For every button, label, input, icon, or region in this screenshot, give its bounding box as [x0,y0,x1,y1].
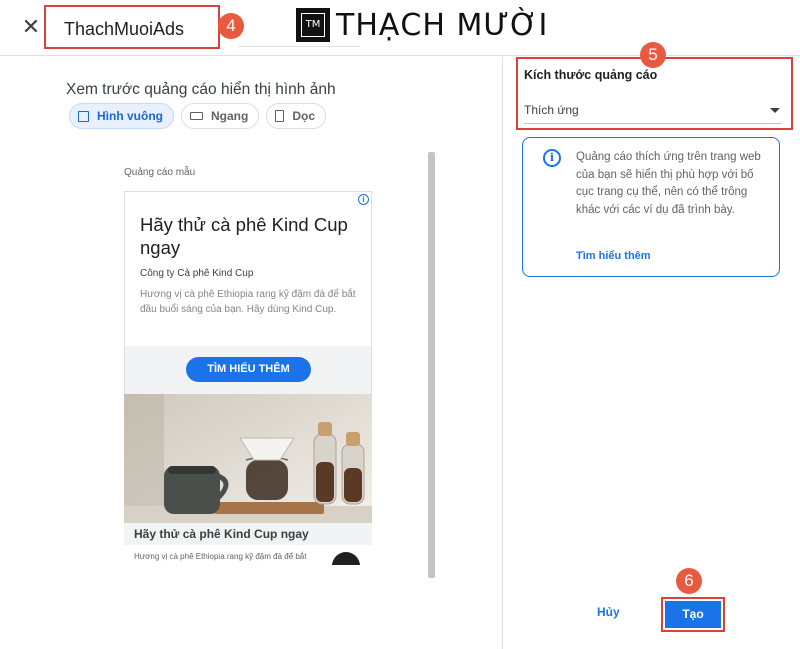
close-icon[interactable]: ✕ [16,12,46,42]
preview-title: Xem trước quảng cáo hiển thị hình ảnh [66,81,336,98]
ad-image-description: Hương vị cà phê Ethiopia rang kỹ đậm đà … [134,552,307,561]
ad-info-icon[interactable]: i [358,194,369,205]
sample-ad-label: Quảng cáo mẫu [124,167,196,178]
chip-label: Hình vuông [97,109,163,123]
logo-text: THẠCH MƯỜI [336,7,549,43]
step-badge-4: 4 [218,13,244,39]
chip-square[interactable]: Hình vuông [69,103,174,129]
ad-image-headline: Hãy thử cà phê Kind Cup ngay [124,523,372,545]
create-button[interactable]: Tạo [665,601,721,628]
ad-size-value: Thích ứng [524,103,579,117]
ad-description: Hương vị cà phê Ethiopia rang kỹ đậm đà … [140,289,356,315]
chip-horizontal[interactable]: Ngang [181,103,260,129]
step-badge-5: 5 [640,42,666,68]
ad-company: Công ty Cà phê Kind Cup [140,268,254,279]
square-icon [78,110,89,122]
sample-ad-square: i Hãy thử cà phê Kind Cup ngay Công ty C… [124,191,372,398]
top-bar: ✕ 4 TM THẠCH MƯỜI [0,0,800,56]
ad-image-action-icon[interactable] [332,552,360,565]
ad-name-input[interactable] [64,19,214,40]
settings-panel: Kích thước quảng cáo Thích ứng i Quảng c… [503,57,800,649]
chip-vertical[interactable]: Dọc [266,103,327,129]
coffee-illustration [124,394,372,523]
create-button-highlight: Tạo [661,597,725,632]
logo: TM THẠCH MƯỜI [296,7,548,43]
logo-mark: TM [296,8,330,42]
horizontal-rectangle-icon [190,112,203,120]
preview-scrollbar[interactable] [428,152,435,578]
sample-ad-image-clip: Hãy thử cà phê Kind Cup ngay Hương vị cà… [124,394,384,565]
ad-size-title: Kích thước quảng cáo [524,68,658,82]
ad-headline: Hãy thử cà phê Kind Cup ngay [140,214,348,258]
cancel-button[interactable]: Hủy [597,605,620,619]
chip-label: Ngang [211,109,249,123]
format-chips: Hình vuông Ngang Dọc [69,103,327,129]
ad-size-section: Kích thước quảng cáo Thích ứng [516,57,793,130]
learn-more-link[interactable]: Tìm hiểu thêm [576,250,651,262]
coffee-photo [124,394,372,523]
chip-label: Dọc [292,109,316,123]
sample-ad-image: Hãy thử cà phê Kind Cup ngay Hương vị cà… [124,394,372,565]
info-text: Quảng cáo thích ứng trên trang web của b… [576,151,761,216]
ad-cta-button[interactable]: TÌM HIỂU THÊM [186,357,311,382]
ad-cta-area: TÌM HIỂU THÊM [125,346,371,398]
ad-size-dropdown[interactable]: Thích ứng [524,96,782,124]
chevron-down-icon [770,108,780,113]
info-icon: i [543,149,561,167]
ad-name-highlight [44,5,220,49]
step-badge-6: 6 [676,568,702,594]
input-underline [238,46,360,47]
vertical-rectangle-icon [275,110,285,122]
responsive-info-card: i Quảng cáo thích ứng trên trang web của… [522,137,780,277]
logo-mark-text: TM [301,13,325,37]
